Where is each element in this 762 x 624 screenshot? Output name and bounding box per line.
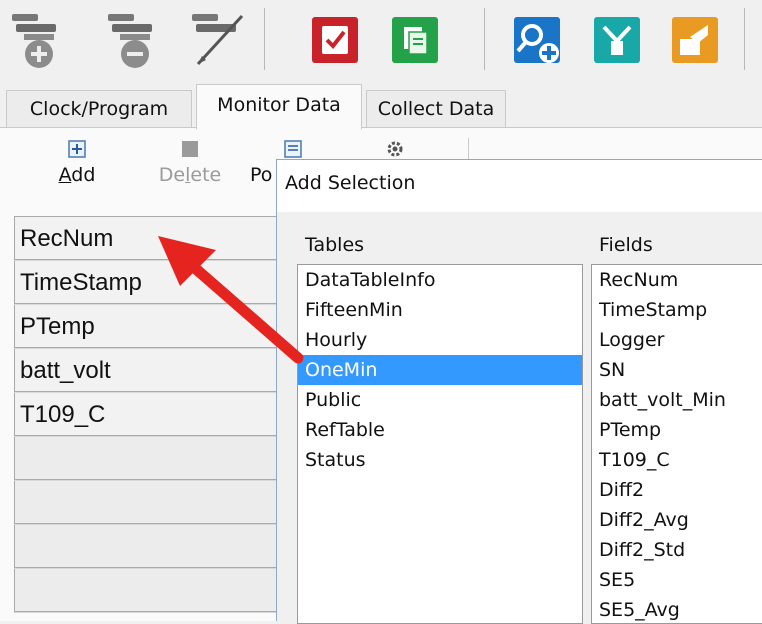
disconnect-station-icon <box>108 14 152 68</box>
list-item[interactable]: DataTableInfo <box>298 265 582 295</box>
list-icon <box>284 140 302 158</box>
tab-bar: Clock/Program Monitor Data Collect Data <box>0 82 762 130</box>
grid-cell[interactable] <box>14 481 280 524</box>
gear-icon[interactable] <box>384 138 406 160</box>
disconnect-station-button[interactable] <box>102 6 168 72</box>
list-item[interactable]: Public <box>298 385 582 415</box>
main-toolbar <box>0 0 762 82</box>
toolbar-separator <box>264 8 265 70</box>
send-file-button[interactable] <box>670 15 720 65</box>
delete-icon <box>182 141 198 157</box>
tab-collect-data[interactable]: Collect Data <box>366 90 506 127</box>
grid-cell[interactable] <box>14 437 280 480</box>
grid-cell[interactable] <box>14 569 280 612</box>
list-item[interactable]: Diff2_Avg <box>592 505 762 535</box>
list-item[interactable]: SN <box>592 355 762 385</box>
tab-clock-program[interactable]: Clock/Program <box>6 90 192 127</box>
search-station-button[interactable] <box>512 15 562 65</box>
list-item[interactable]: T109_C <box>592 445 762 475</box>
add-button[interactable]: Add <box>42 136 112 206</box>
list-item[interactable]: RefTable <box>298 415 582 445</box>
copy-document-icon <box>392 17 438 63</box>
network-button[interactable] <box>592 15 642 65</box>
list-item[interactable]: SE5 <box>592 565 762 595</box>
list-item[interactable]: PTemp <box>592 415 762 445</box>
list-item[interactable]: Hourly <box>298 325 582 355</box>
list-item[interactable]: Diff2 <box>592 475 762 505</box>
edit-station-button[interactable] <box>186 6 252 72</box>
network-icon <box>594 17 640 63</box>
add-selection-dialog: Add Selection Tables Fields DataTableInf… <box>276 159 762 624</box>
grid-cell[interactable]: PTemp <box>14 305 280 348</box>
list-item[interactable]: Diff2_Std <box>592 535 762 565</box>
fields-list[interactable]: RecNum TimeStamp Logger SN batt_volt_Min… <box>591 264 762 624</box>
toolbar-separator <box>744 8 745 70</box>
list-item[interactable]: TimeStamp <box>592 295 762 325</box>
search-station-icon <box>514 17 560 63</box>
tab-monitor-data[interactable]: Monitor Data <box>196 84 362 130</box>
list-item[interactable]: Status <box>298 445 582 475</box>
tables-label: Tables <box>305 234 365 256</box>
tables-list[interactable]: DataTableInfo FifteenMin Hourly OneMin P… <box>297 264 583 624</box>
list-item[interactable]: FifteenMin <box>298 295 582 325</box>
fields-label: Fields <box>599 234 653 256</box>
add-button-label: Add <box>58 164 96 186</box>
list-item-selected[interactable]: OneMin <box>298 355 582 385</box>
check-program-button[interactable] <box>310 15 360 65</box>
dialog-title: Add Selection <box>285 172 416 194</box>
copy-document-button[interactable] <box>390 15 440 65</box>
list-item[interactable]: SE5_Avg <box>592 595 762 623</box>
add-icon <box>68 140 86 158</box>
grid-cell[interactable]: TimeStamp <box>14 261 280 304</box>
dialog-body: Tables Fields DataTableInfo FifteenMin H… <box>277 212 762 624</box>
grid-cell[interactable]: RecNum <box>14 217 280 260</box>
grid-cell[interactable]: batt_volt <box>14 349 280 392</box>
monitor-grid[interactable]: RecNum TimeStamp PTemp batt_volt T109_C <box>14 216 280 613</box>
list-item[interactable]: Logger <box>592 325 762 355</box>
grid-cell[interactable] <box>14 525 280 568</box>
edit-station-icon <box>192 14 244 66</box>
check-program-icon <box>312 17 358 63</box>
list-item[interactable]: batt_volt_Min <box>592 385 762 415</box>
delete-button-label: Delete <box>158 164 222 186</box>
send-file-icon <box>672 17 718 63</box>
po-button-label: Po <box>250 164 273 186</box>
connect-station-button[interactable] <box>6 6 72 72</box>
connect-station-icon <box>12 14 56 68</box>
list-item[interactable]: RecNum <box>592 265 762 295</box>
toolbar-separator <box>484 8 485 70</box>
delete-button[interactable]: Delete <box>150 136 230 206</box>
grid-cell[interactable]: T109_C <box>14 393 280 436</box>
